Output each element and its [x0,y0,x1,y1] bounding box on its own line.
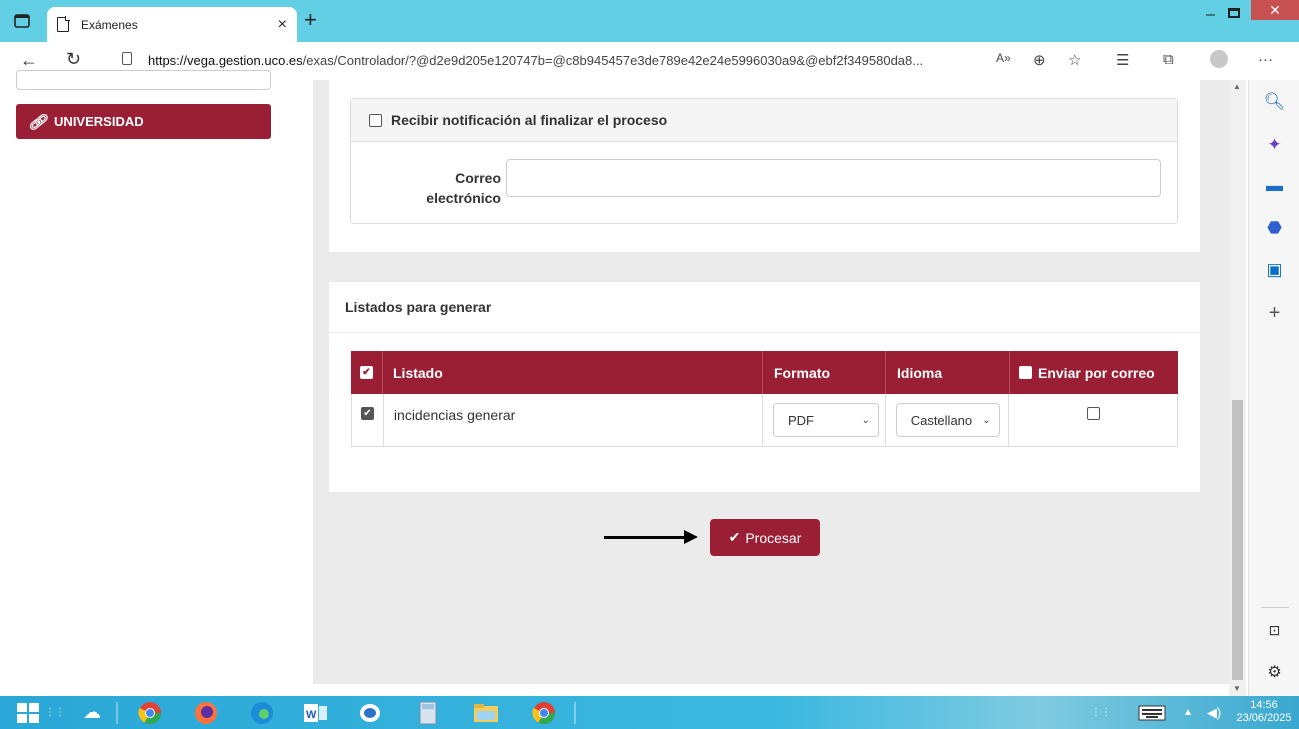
new-tab-button[interactable]: + [304,9,317,31]
column-header-listado: Listado [383,351,763,394]
tab-close-icon[interactable]: × [278,16,287,34]
page-icon [57,16,70,32]
chrome-icon[interactable] [132,698,168,727]
language-value: Castellano [910,412,973,428]
notification-panel: Recibir notificación al finalizar el pro… [329,80,1200,252]
select-all-checkbox[interactable]: ✔ [360,366,373,379]
notification-header: Recibir notificación al finalizar el pro… [351,99,1177,142]
row-select-checkbox[interactable]: ✔ [360,407,374,420]
svg-text:W: W [306,709,317,721]
outlook-icon[interactable]: ▣ [1249,260,1299,280]
university-button[interactable]: 🔗︎ UNIVERSIDAD [16,104,271,139]
chevron-down-icon: ⌄ [861,414,870,426]
url-field[interactable]: https://vega.gestion.uco.es/exas/Control… [148,53,988,68]
tab-actions-icon[interactable] [12,12,32,30]
listados-heading: Listados para generar [329,282,1200,333]
add-icon[interactable]: + [1249,302,1299,325]
clock-time: 14:56 [1250,699,1278,711]
email-label: Correo electrónico [426,170,501,206]
file-explorer-icon[interactable] [468,698,504,727]
taskbar-separator [116,702,118,724]
listados-panel: Listados para generar ✔ Listado Formato … [329,282,1200,492]
column-header-enviar-label: Enviar por correo [1038,364,1155,381]
favorite-star-icon[interactable]: ☆ [1068,51,1081,69]
collections-icon[interactable]: ⧉ [1163,51,1174,68]
close-window-button[interactable]: ✕ [1251,0,1299,20]
arrow-annotation [604,530,698,544]
sidebar-divider [1261,607,1289,608]
column-header-idioma: Idioma [886,351,1010,394]
table-row: ✔ incidencias generar PDF ⌄ Castellano ⌄ [351,394,1178,447]
notification-box: Recibir notificación al finalizar el pro… [350,98,1178,224]
zoom-icon[interactable]: ⊕ [1033,51,1046,69]
web-page: 🔗︎ UNIVERSIDAD Recibir notificación al f… [0,70,1229,696]
menu-icon[interactable]: ··· [1258,51,1273,68]
volume-icon[interactable]: ◀) [1196,698,1232,727]
scroll-up-icon[interactable]: ▲ [1233,82,1241,91]
left-sidebar: 🔗︎ UNIVERSIDAD [0,70,286,175]
taskbar: ⋮⋮ ☁ W ⋮⋮ ▲ ◀) 14:56 23/06/2025 [0,696,1299,729]
firefox-icon[interactable] [188,698,224,727]
edge-icon[interactable] [244,698,280,727]
browser-tab[interactable]: Exámenes × [47,7,297,42]
url-host: https://vega.gestion.uco.es [148,53,303,68]
office-icon[interactable]: ⬣ [1249,218,1299,238]
listados-table: ✔ Listado Formato Idioma Enviar por corr… [351,351,1178,447]
check-icon: ✔ [728,529,741,545]
clock-date: 23/06/2025 [1236,712,1292,724]
notification-label: Recibir notificación al finalizar el pro… [391,112,668,128]
edge-sidebar: 🔍︎ ✦ ▬ ⬣ ▣ + ⊡ ⚙ [1248,80,1299,696]
send-email-checkbox[interactable] [1086,407,1100,420]
process-button[interactable]: ✔ Procesar [710,519,820,556]
process-label: Procesar [745,529,802,546]
browser-title-bar: Exámenes × + – ✕ [0,0,1299,42]
word-icon[interactable]: W [298,698,334,727]
format-select[interactable]: PDF ⌄ [772,403,879,437]
site-info-icon[interactable] [122,52,132,65]
search-people-icon[interactable]: ☁ [74,698,110,727]
tab-title: Exámenes [81,17,138,32]
notification-checkbox[interactable] [369,113,382,127]
language-select[interactable]: Castellano ⌄ [895,403,1000,437]
scroll-thumb[interactable] [1232,400,1243,680]
chrome-icon-2[interactable] [526,698,562,727]
task-view-icon[interactable]: ⋮⋮ [42,698,68,727]
scroll-down-icon[interactable]: ▼ [1233,684,1241,693]
maximize-button[interactable] [1228,8,1240,18]
shopping-icon[interactable]: ▬ [1249,176,1299,196]
messenger-icon[interactable] [352,698,388,727]
url-path: /exas/Controlador/?@d2e9d205e120747b=@c8… [302,53,924,68]
email-field[interactable] [506,159,1161,197]
search-icon[interactable]: 🔍︎ [1249,92,1299,112]
sidebar-top-item[interactable] [16,70,271,90]
gear-icon[interactable]: ⚙ [1249,662,1299,682]
minimize-button[interactable]: – [1206,6,1215,24]
read-aloud-icon[interactable]: A» [996,51,1011,65]
back-icon[interactable]: ← [20,50,38,71]
copilot-icon[interactable]: ✦ [1249,135,1299,155]
hide-sidebar-icon[interactable]: ⊡ [1249,622,1299,639]
university-label: UNIVERSIDAD [54,114,144,129]
column-header-enviar: Enviar por correo [1010,351,1178,394]
calculator-icon[interactable] [410,698,446,727]
windows-start-icon[interactable] [10,698,46,727]
listado-cell: incidencias generar [384,394,763,446]
tray-grip-icon: ⋮⋮ [1091,707,1111,718]
send-all-checkbox[interactable] [1019,366,1032,379]
keyboard-icon[interactable] [1134,698,1170,727]
taskbar-separator [574,702,576,724]
chevron-down-icon: ⌄ [982,414,991,426]
profile-avatar[interactable] [1210,50,1228,68]
reload-icon[interactable]: ↻ [66,49,81,70]
link-icon: 🔗︎ [28,113,48,131]
favorites-list-icon[interactable]: ☰ [1116,51,1129,69]
taskbar-clock[interactable]: 14:56 23/06/2025 [1232,699,1296,725]
column-header-formato: Formato [763,351,886,394]
page-scrollbar[interactable]: ▲ ▼ [1229,80,1246,696]
format-value: PDF [787,412,814,428]
table-header: ✔ Listado Formato Idioma Enviar por corr… [351,351,1178,394]
